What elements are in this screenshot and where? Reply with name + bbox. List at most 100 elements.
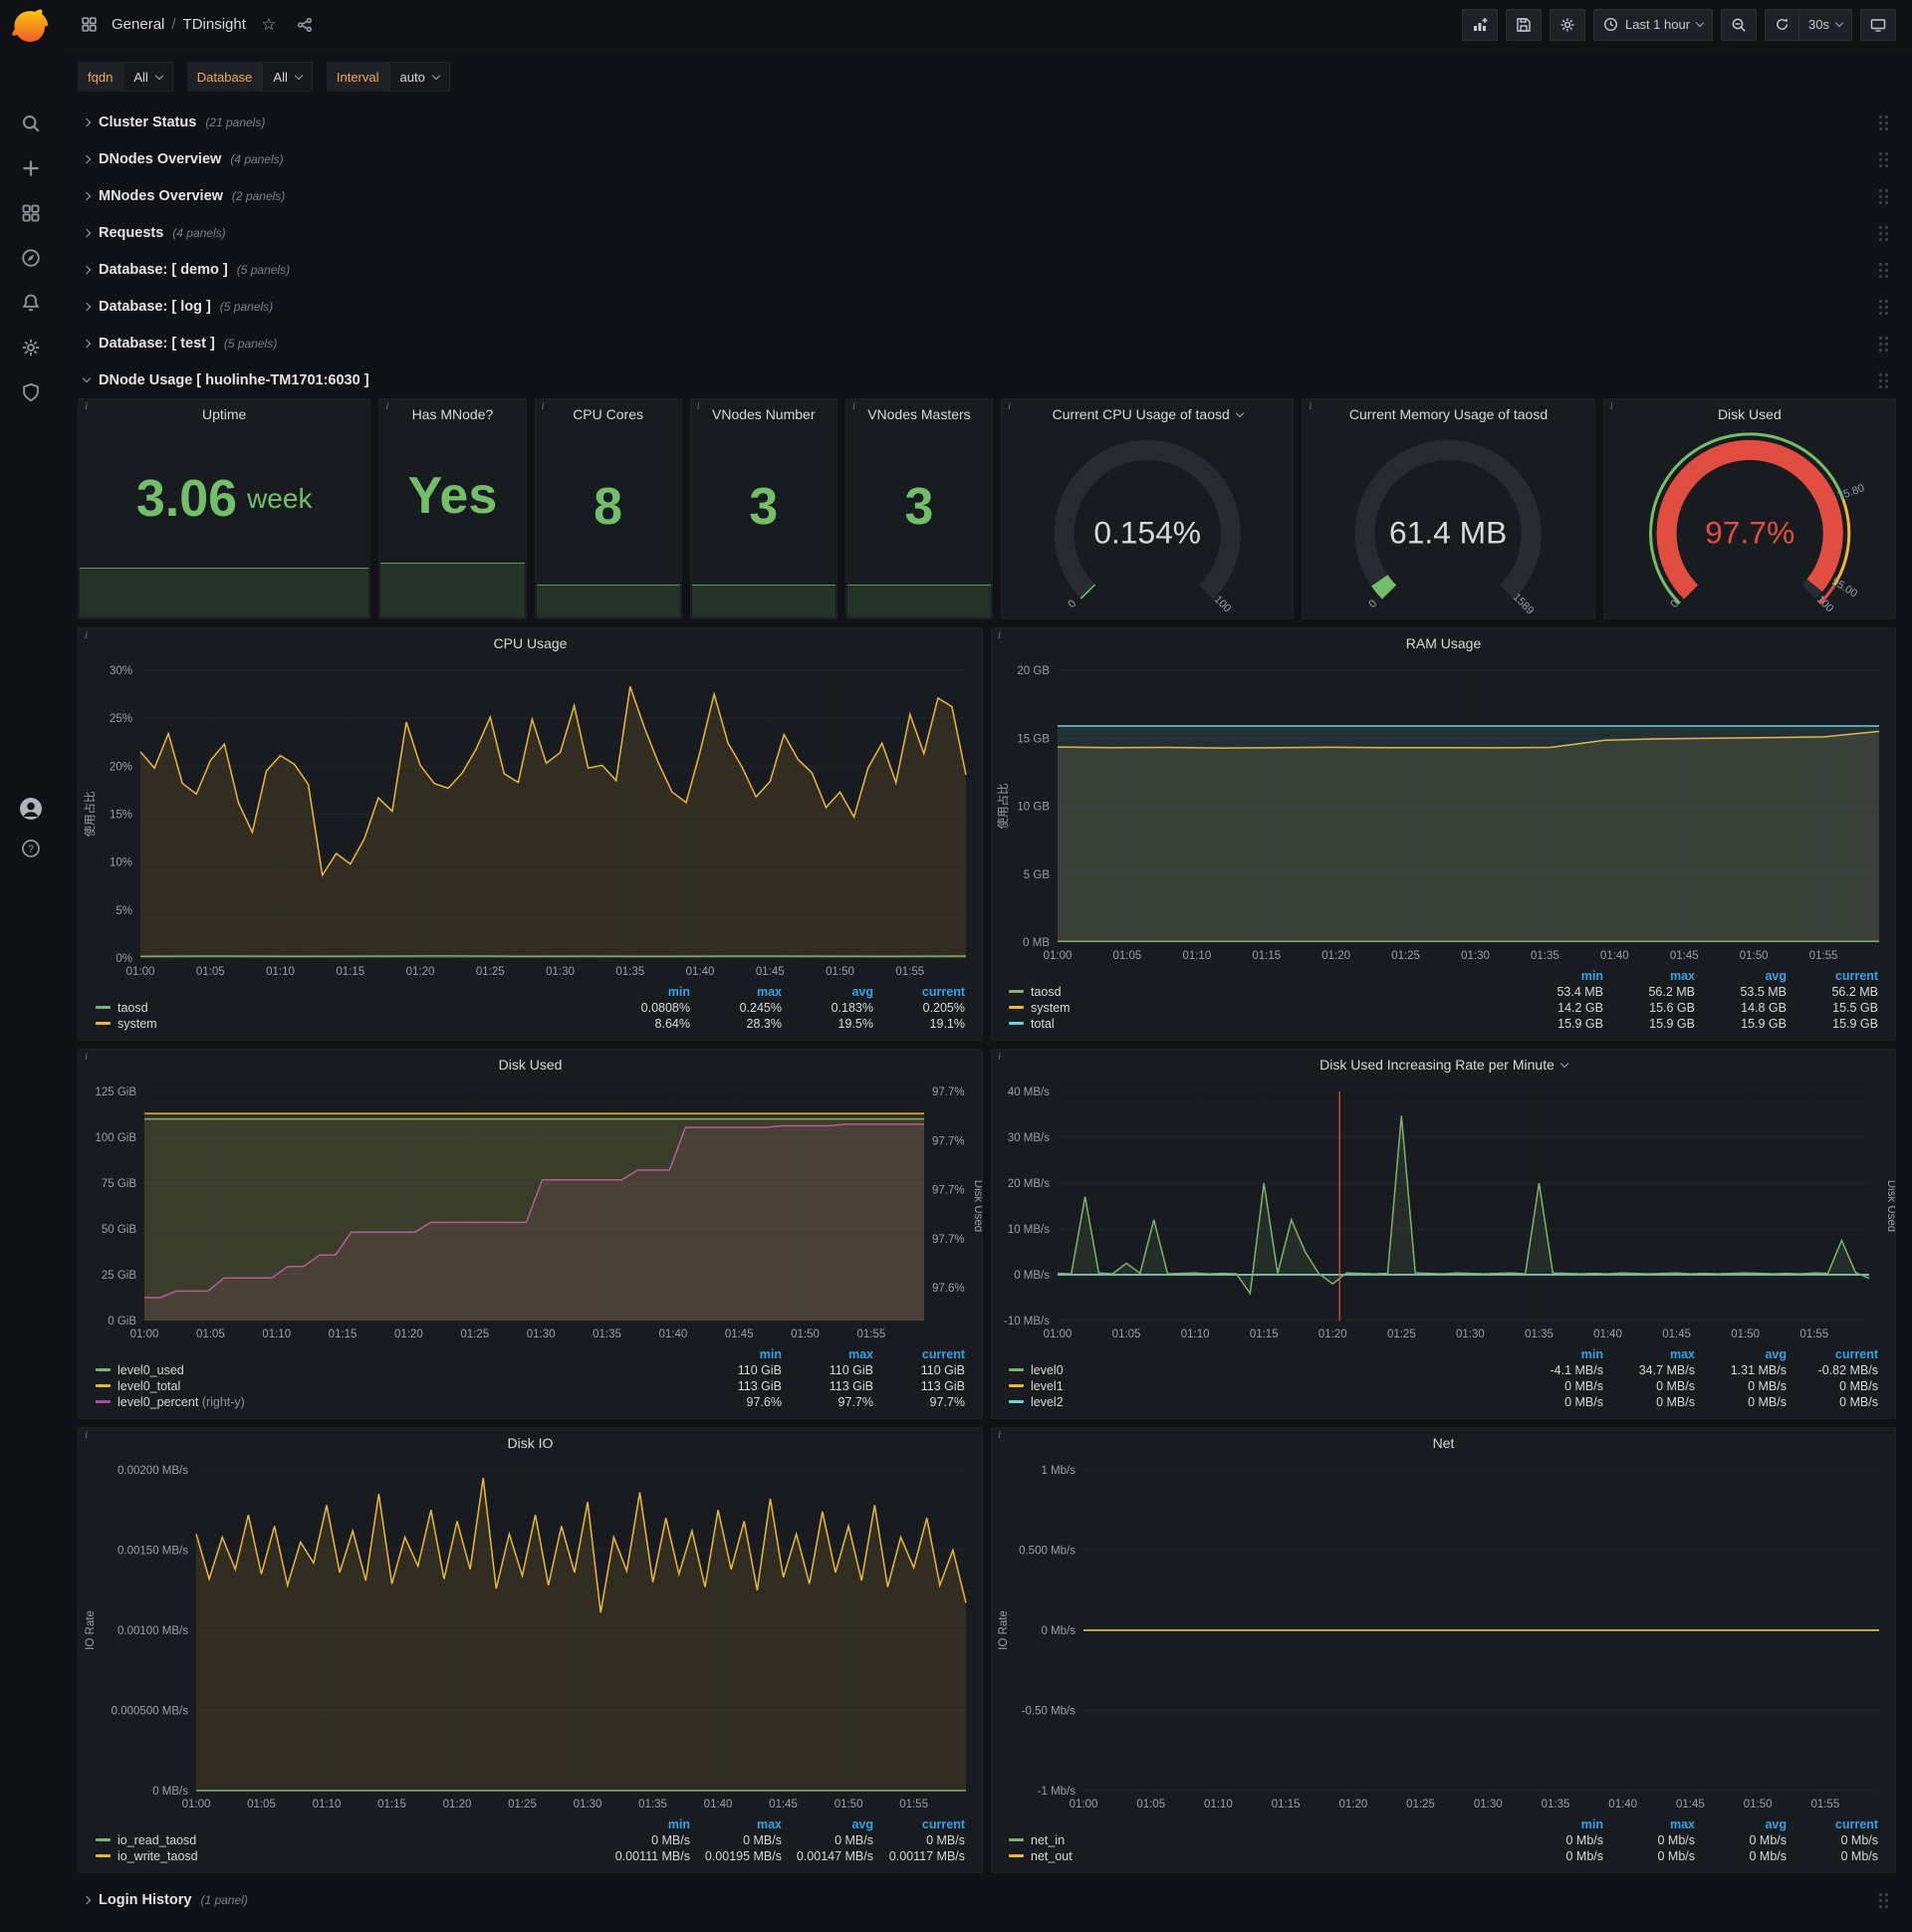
user-avatar[interactable] [19, 797, 43, 821]
panel-info-icon[interactable]: i [1305, 399, 1315, 413]
panel-title[interactable]: VNodes Number [691, 399, 836, 429]
legend-row[interactable]: system 8.64% 28.3% 19.5% 19.1% [91, 1016, 970, 1032]
breadcrumb-dashboard[interactable]: TDinsight [183, 16, 246, 33]
disk-used-chart[interactable]: 01:00 01:05 01:10 01:15 01:20 01:25 01:30 01:35… [79, 1080, 982, 1344]
add-panel-button[interactable] [1461, 8, 1498, 41]
panel-info-icon[interactable]: i [994, 628, 1005, 642]
variable-value-dropdown[interactable]: All [122, 62, 173, 92]
legend-row[interactable]: total 15.9 GB 15.9 GB 15.9 GB 15.9 GB [1004, 1016, 1883, 1032]
configuration-gear-icon[interactable] [19, 336, 43, 360]
time-range-picker[interactable]: Last 1 hour [1592, 8, 1714, 41]
server-admin-shield-icon[interactable] [19, 380, 43, 404]
refresh-button[interactable] [1765, 8, 1799, 41]
cpu-usage-chart[interactable]: 01:00 01:05 01:10 01:15 01:20 01:25 01:30 01:35… [79, 658, 982, 982]
panel-title[interactable]: Disk IO [79, 1428, 982, 1458]
refresh-interval-dropdown[interactable]: 30s [1798, 8, 1852, 41]
row-drag-handle[interactable] [1878, 336, 1890, 352]
net-chart[interactable]: 01:00 01:05 01:10 01:15 01:20 01:25 01:30 01:35… [992, 1458, 1895, 1814]
row-drag-handle[interactable] [1878, 262, 1890, 278]
panel-title[interactable]: Has MNode? [379, 399, 525, 429]
panel-title[interactable]: CPU Usage [79, 628, 982, 658]
legend-row[interactable]: level0 -4.1 MB/s 34.7 MB/s 1.31 MB/s -0.82 M… [1004, 1362, 1883, 1378]
row-mnodes-overview[interactable]: MNodes Overview (2 panels) [78, 177, 1896, 214]
panel-info-icon[interactable]: i [81, 1050, 92, 1064]
panel-info-icon[interactable]: i [994, 1428, 1005, 1442]
row-drag-handle[interactable] [1878, 225, 1890, 241]
legend-row[interactable]: level0_total 113 GiB 113 GiB 113 GiB [91, 1378, 970, 1394]
panel-title[interactable]: RAM Usage [992, 628, 1895, 658]
legend-row[interactable]: net_in 0 Mb/s 0 Mb/s 0 Mb/s 0 Mb/s [1004, 1832, 1883, 1848]
legend-row[interactable]: taosd 53.4 MB 56.2 MB 53.5 MB 56.2 MB [1004, 984, 1883, 1000]
disk-io-chart[interactable]: 01:00 01:05 01:10 01:15 01:20 01:25 01:30 01:35… [79, 1458, 982, 1814]
legend-row[interactable]: level0_percent (right-y) 97.6% 97.7% 97.7% [91, 1394, 970, 1410]
legend-row[interactable]: io_write_taosd 0.00111 MB/s 0.00195 MB/s 0.… [91, 1848, 970, 1864]
legend-row[interactable]: io_read_taosd 0 MB/s 0 MB/s 0 MB/s 0 MB/s [91, 1832, 970, 1848]
dashboards-icon[interactable] [19, 201, 43, 225]
variables-bar: fqdn All Database All Interval auto [78, 62, 1896, 92]
panel-title[interactable]: Uptime [79, 399, 369, 429]
svg-text:01:05: 01:05 [196, 1328, 225, 1340]
row-requests[interactable]: Requests (4 panels) [78, 214, 1896, 251]
variable-value-dropdown[interactable]: All [262, 62, 313, 92]
panel-info-icon[interactable]: i [693, 399, 704, 413]
row-database-log[interactable]: Database: [ log ] (5 panels) [78, 288, 1896, 325]
legend-row[interactable]: level2 0 MB/s 0 MB/s 0 MB/s 0 MB/s [1004, 1394, 1883, 1410]
panel-info-icon[interactable]: i [994, 1050, 1005, 1064]
row-drag-handle[interactable] [1878, 151, 1890, 167]
row-drag-handle[interactable] [1878, 188, 1890, 204]
panel-title[interactable]: Disk Used [1604, 399, 1895, 429]
legend-row[interactable]: taosd 0.0808% 0.245% 0.183% 0.205% [91, 1000, 970, 1016]
panel-info-icon[interactable]: i [538, 399, 549, 413]
disk-used-rate-chart[interactable]: 01:00 01:05 01:10 01:15 01:20 01:25 01:30 01:35… [992, 1080, 1895, 1344]
panel-info-icon[interactable]: i [848, 399, 859, 413]
row-login-history[interactable]: Login History (1 panel) [78, 1881, 1896, 1918]
create-plus-icon[interactable] [19, 156, 43, 180]
help-icon[interactable]: ? [19, 837, 43, 860]
row-drag-handle[interactable] [1878, 372, 1890, 388]
row-drag-handle[interactable] [1878, 115, 1890, 130]
ram-usage-chart[interactable]: 01:00 01:05 01:10 01:15 01:20 01:25 01:30 01:35… [992, 658, 1895, 966]
panel-info-icon[interactable]: i [1606, 399, 1617, 413]
breadcrumb-folder[interactable]: General [112, 16, 164, 33]
legend-column-header: current [1834, 1347, 1878, 1361]
zoom-out-button[interactable] [1721, 8, 1758, 41]
cycle-view-mode-button[interactable] [1860, 8, 1896, 41]
row-drag-handle[interactable] [1878, 299, 1890, 315]
save-dashboard-button[interactable] [1505, 8, 1542, 41]
svg-text:01:10: 01:10 [262, 1328, 291, 1340]
row-cluster-status[interactable]: Cluster Status (21 panels) [78, 104, 1896, 140]
panel-info-icon[interactable]: i [81, 399, 92, 413]
dashboard-settings-button[interactable] [1549, 8, 1585, 41]
legend-row[interactable]: level0_used 110 GiB 110 GiB 110 GiB [91, 1362, 970, 1378]
legend-table: min max avg current taosd 0.0808% 0.245% 0.183%… [91, 984, 970, 1032]
alerting-bell-icon[interactable] [19, 291, 43, 315]
grafana-logo[interactable] [9, 6, 53, 50]
panel-title[interactable]: Current CPU Usage of taosd [1002, 399, 1293, 429]
row-drag-handle[interactable] [1878, 1892, 1890, 1908]
chevron-right-icon [82, 1895, 92, 1904]
panel-title[interactable]: Net [992, 1428, 1895, 1458]
legend-row[interactable]: system 14.2 GB 15.6 GB 14.8 GB 15.5 GB [1004, 1000, 1883, 1016]
panel-title[interactable]: CPU Cores [536, 399, 681, 429]
row-database-demo[interactable]: Database: [ demo ] (5 panels) [78, 251, 1896, 288]
legend-row[interactable]: level1 0 MB/s 0 MB/s 0 MB/s 0 MB/s [1004, 1378, 1883, 1394]
panel-title[interactable]: Current Memory Usage of taosd [1303, 399, 1593, 429]
explore-compass-icon[interactable] [19, 246, 43, 270]
panel-info-icon[interactable]: i [1004, 399, 1015, 413]
variable-value-dropdown[interactable]: auto [388, 62, 450, 92]
star-dashboard-button[interactable]: ☆ [256, 12, 282, 38]
panel-title[interactable]: VNodes Masters [846, 399, 992, 429]
row-dnode-usage-expanded[interactable]: DNode Usage [ huolinhe-TM1701:6030 ] [78, 362, 1896, 398]
panel-title[interactable]: Disk Used Increasing Rate per Minute [992, 1050, 1895, 1080]
clock-icon [1604, 18, 1617, 31]
panel-info-icon[interactable]: i [81, 1428, 92, 1442]
legend-row[interactable]: net_out 0 Mb/s 0 Mb/s 0 Mb/s 0 Mb/s [1004, 1848, 1883, 1864]
share-dashboard-button[interactable] [292, 12, 318, 38]
row-database-test[interactable]: Database: [ test ] (5 panels) [78, 325, 1896, 362]
panel-info-icon[interactable]: i [381, 399, 392, 413]
svg-text:01:55: 01:55 [857, 1328, 886, 1340]
row-dnodes-overview[interactable]: DNodes Overview (4 panels) [78, 140, 1896, 177]
panel-title[interactable]: Disk Used [79, 1050, 982, 1080]
panel-info-icon[interactable]: i [81, 628, 92, 642]
search-icon[interactable] [19, 112, 43, 135]
